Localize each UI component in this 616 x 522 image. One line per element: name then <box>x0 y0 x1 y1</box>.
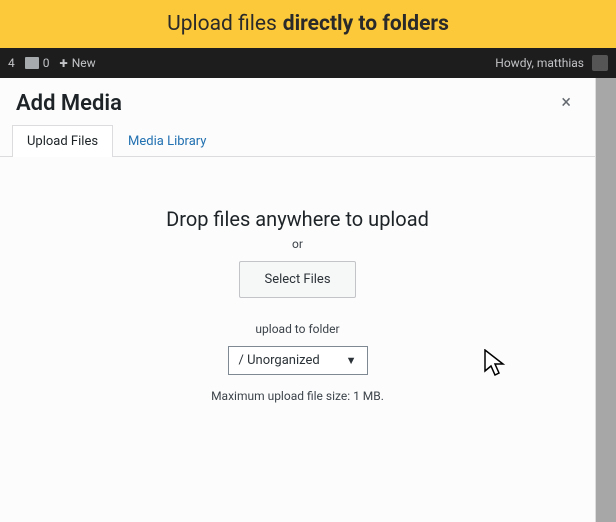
banner-text-bold: directly to folders <box>283 12 449 36</box>
close-icon[interactable]: × <box>553 90 579 116</box>
folder-select[interactable]: / Unorganized ▼ <box>228 346 368 375</box>
tab-media-library[interactable]: Media Library <box>113 125 221 157</box>
modal-overlay: Add Media × Upload Files Media Library D… <box>0 78 616 522</box>
modal-title: Add Media <box>16 91 122 116</box>
promo-banner: Upload files directly to folders <box>0 0 616 48</box>
upload-area: Drop files anywhere to upload or Select … <box>0 157 595 423</box>
plus-icon: + <box>60 56 68 71</box>
select-files-button[interactable]: Select Files <box>239 261 355 298</box>
admin-comments-count: 0 <box>43 56 50 70</box>
max-upload-size: Maximum upload file size: 1 MB. <box>20 389 575 403</box>
comment-icon <box>25 57 39 69</box>
admin-new[interactable]: + New <box>60 56 96 71</box>
avatar <box>592 55 608 71</box>
chevron-down-icon: ▼ <box>346 354 357 367</box>
add-media-modal: Add Media × Upload Files Media Library D… <box>0 78 596 522</box>
or-text: or <box>20 237 575 251</box>
admin-howdy[interactable]: Howdy, matthias <box>495 55 608 71</box>
folder-selected-value: / Unorganized <box>239 353 320 368</box>
admin-comments[interactable]: 0 <box>25 56 50 70</box>
banner-text-light: Upload files <box>167 12 277 36</box>
howdy-text: Howdy, matthias <box>495 56 584 70</box>
tab-upload-files[interactable]: Upload Files <box>12 125 113 157</box>
tabs: Upload Files Media Library <box>0 116 595 157</box>
admin-bar: 4 0 + New Howdy, matthias <box>0 48 616 78</box>
admin-count: 4 <box>8 56 15 70</box>
admin-new-label: New <box>72 56 96 70</box>
upload-folder-label: upload to folder <box>20 322 575 336</box>
drop-text: Drop files anywhere to upload <box>20 207 575 231</box>
